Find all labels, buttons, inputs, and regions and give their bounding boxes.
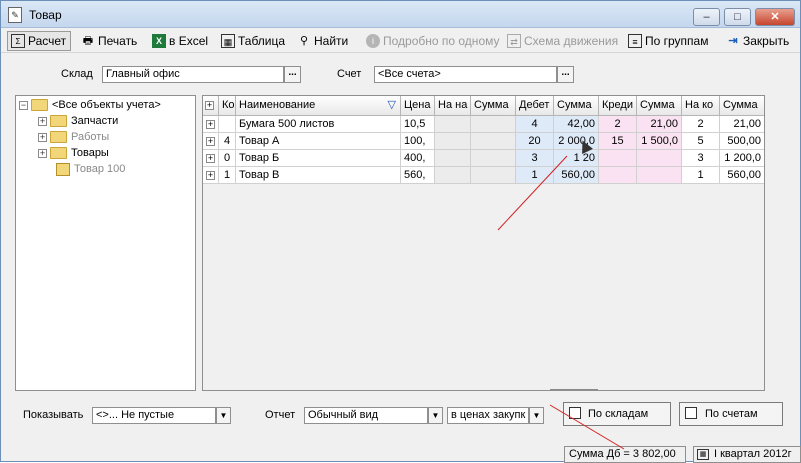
annotation-line-top (497, 155, 568, 231)
annotation-line-bottom (549, 404, 625, 450)
annotation-lines (497, 155, 625, 450)
main-window: ✎ Товар – □ ✕ Σ Расчет 🖶 Печать X в Exce… (0, 0, 801, 463)
